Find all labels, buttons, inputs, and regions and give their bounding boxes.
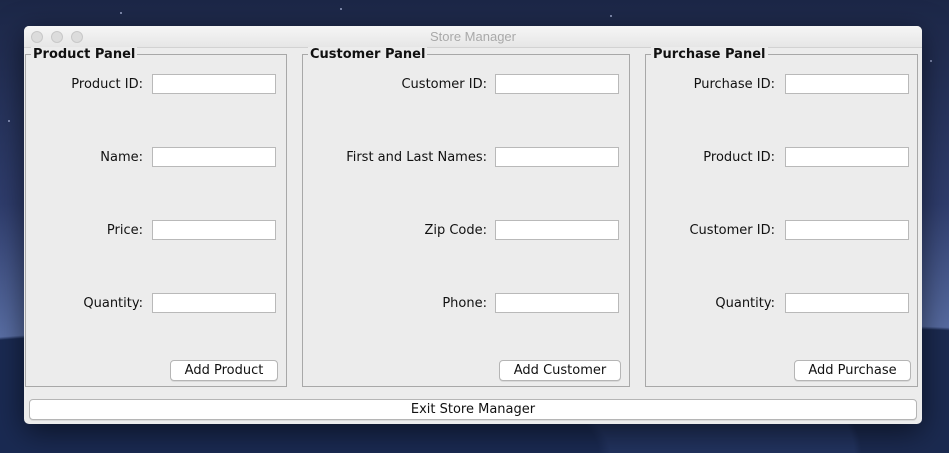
customer-zip-label: Zip Code: bbox=[424, 223, 487, 238]
customer-id-label: Customer ID: bbox=[401, 77, 487, 92]
purchase-id-label: Purchase ID: bbox=[693, 77, 775, 92]
purchase-product-id-input[interactable] bbox=[785, 147, 909, 167]
product-id-input[interactable] bbox=[152, 74, 276, 94]
product-name-label: Name: bbox=[100, 150, 143, 165]
product-panel: Product Panel Product ID: Name: Price: Q… bbox=[25, 47, 287, 387]
purchase-customer-id-row: Customer ID: bbox=[646, 220, 917, 242]
product-price-row: Price: bbox=[26, 220, 286, 242]
customer-names-row: First and Last Names: bbox=[303, 147, 629, 169]
add-customer-button[interactable]: Add Customer bbox=[499, 360, 621, 381]
customer-id-row: Customer ID: bbox=[303, 74, 629, 96]
title-bar[interactable]: Store Manager bbox=[24, 26, 922, 48]
purchase-quantity-label: Quantity: bbox=[715, 296, 775, 311]
customer-phone-row: Phone: bbox=[303, 293, 629, 315]
star-decoration bbox=[930, 60, 932, 62]
product-id-label: Product ID: bbox=[71, 77, 143, 92]
customer-phone-input[interactable] bbox=[495, 293, 619, 313]
star-decoration bbox=[120, 12, 122, 14]
customer-panel: Customer Panel Customer ID: First and La… bbox=[302, 47, 630, 387]
purchase-customer-id-input[interactable] bbox=[785, 220, 909, 240]
purchase-quantity-row: Quantity: bbox=[646, 293, 917, 315]
product-name-row: Name: bbox=[26, 147, 286, 169]
product-id-row: Product ID: bbox=[26, 74, 286, 96]
customer-zip-row: Zip Code: bbox=[303, 220, 629, 242]
customer-phone-label: Phone: bbox=[442, 296, 487, 311]
customer-panel-title: Customer Panel bbox=[308, 47, 428, 62]
purchase-panel: Purchase Panel Purchase ID: Product ID: … bbox=[645, 47, 918, 387]
product-quantity-label: Quantity: bbox=[83, 296, 143, 311]
store-manager-window: Store Manager Product Panel Product ID: … bbox=[24, 26, 922, 424]
product-quantity-row: Quantity: bbox=[26, 293, 286, 315]
purchase-id-row: Purchase ID: bbox=[646, 74, 917, 96]
product-price-input[interactable] bbox=[152, 220, 276, 240]
customer-zip-input[interactable] bbox=[495, 220, 619, 240]
purchase-product-id-label: Product ID: bbox=[703, 150, 775, 165]
product-quantity-input[interactable] bbox=[152, 293, 276, 313]
purchase-quantity-input[interactable] bbox=[785, 293, 909, 313]
add-purchase-button[interactable]: Add Purchase bbox=[794, 360, 911, 381]
star-decoration bbox=[340, 8, 342, 10]
product-panel-title: Product Panel bbox=[31, 47, 138, 62]
purchase-id-input[interactable] bbox=[785, 74, 909, 94]
customer-names-label: First and Last Names: bbox=[346, 150, 487, 165]
star-decoration bbox=[610, 15, 612, 17]
purchase-product-id-row: Product ID: bbox=[646, 147, 917, 169]
customer-names-input[interactable] bbox=[495, 147, 619, 167]
product-name-input[interactable] bbox=[152, 147, 276, 167]
customer-id-input[interactable] bbox=[495, 74, 619, 94]
exit-store-manager-button[interactable]: Exit Store Manager bbox=[29, 399, 917, 420]
add-product-button[interactable]: Add Product bbox=[170, 360, 278, 381]
product-price-label: Price: bbox=[106, 223, 143, 238]
window-title: Store Manager bbox=[430, 29, 516, 44]
star-decoration bbox=[8, 120, 10, 122]
purchase-panel-title: Purchase Panel bbox=[651, 47, 768, 62]
purchase-customer-id-label: Customer ID: bbox=[689, 223, 775, 238]
